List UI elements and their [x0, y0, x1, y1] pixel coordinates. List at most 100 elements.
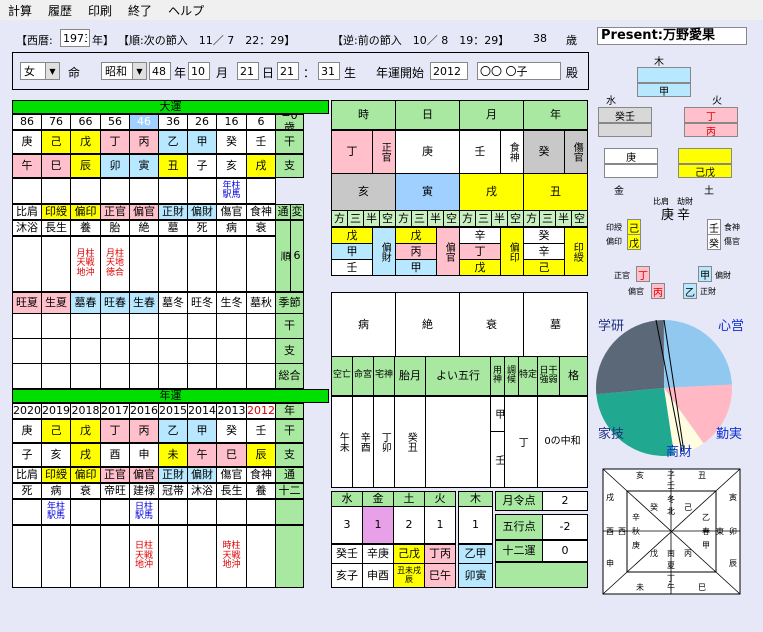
compass-text: 丁 [667, 574, 675, 583]
nenun-year: 2018 [70, 403, 101, 419]
henzai-stem: 甲 [698, 266, 712, 282]
minute-input[interactable] [318, 62, 340, 80]
nenun-star: 比肩 [12, 467, 42, 483]
age-value: 38 [533, 32, 547, 45]
era-value: 昭和 [105, 65, 127, 78]
daiun-branch: 巳 [41, 154, 71, 178]
day-input[interactable] [237, 62, 259, 80]
compass-text: 丙 [684, 549, 692, 558]
month-input[interactable] [188, 62, 210, 80]
nenun-stem: 甲 [187, 419, 217, 443]
nenun-extra: 時柱 天戦 地沖 [216, 525, 247, 588]
daiun-star: 偏官 [129, 204, 159, 220]
nenun-year: 2015 [158, 403, 188, 419]
nenun-stem: 丁 [100, 419, 130, 443]
s-left-label: 金 [614, 186, 624, 197]
nenun-extra [158, 525, 188, 588]
nenun-stem: 丙 [129, 419, 159, 443]
nenun-year: 2013 [216, 403, 247, 419]
nenun-star: 偏印 [70, 467, 101, 483]
blank-cell [100, 363, 130, 389]
pillar-branch: 亥 [331, 173, 396, 211]
pillar-header: 年 [523, 100, 588, 130]
daiun-stem: 己 [41, 130, 71, 154]
compass-text: 戌 [606, 492, 614, 502]
compass-text: 寅 [729, 492, 737, 502]
compass-text: 春 [702, 526, 710, 536]
kuu-cell: 三 [539, 210, 556, 227]
bottom-value: 丁卯 [373, 396, 395, 488]
compass-text: 丑 [698, 471, 706, 480]
daiun-branch: 午 [12, 154, 42, 178]
kuu-cell: 方 [459, 210, 476, 227]
daiun-extra [158, 236, 188, 292]
era-select[interactable]: 昭和 ▼ [101, 62, 147, 80]
name-input[interactable] [477, 62, 561, 80]
bottom-value [425, 396, 491, 488]
nenun-star: 傷官 [216, 467, 247, 483]
nenun-extra [41, 525, 71, 588]
gogyo-header: 土 [393, 491, 425, 507]
daiun-stage: 絶 [129, 220, 159, 236]
nenun-note [275, 499, 304, 525]
sex-select[interactable]: 女 ▼ [20, 62, 60, 80]
nenun-stage: 冠帯 [158, 483, 188, 499]
daiun-stem: 戊 [70, 130, 101, 154]
compass-text: 壬 [667, 480, 675, 490]
compass-text: 巳 [698, 583, 706, 592]
unnen-input[interactable] [430, 62, 468, 80]
nenun-note [100, 499, 130, 525]
pillar-stem: 丁 [331, 130, 373, 174]
menu-calc[interactable]: 計算 [0, 2, 40, 19]
blank-cell [100, 338, 130, 364]
compass-text: 癸 [650, 502, 658, 512]
nenun-star: 偏官 [129, 467, 159, 483]
gogyo-header: 水 [331, 491, 363, 507]
bottom-header: 日干強弱 [537, 356, 560, 396]
blank-cell [216, 363, 247, 389]
compass-text: 南 [667, 548, 675, 558]
bottom-header: 胎月 [394, 356, 426, 396]
pillar-branch: 丑 [523, 173, 588, 211]
bottom-header: 空亡 [331, 356, 353, 396]
present-name: Present:万野愛果 [597, 27, 747, 45]
menu-exit[interactable]: 終了 [120, 2, 160, 19]
sei-label: 生 [344, 66, 357, 80]
nenun-note [158, 499, 188, 525]
nenun-branch: 申 [129, 443, 159, 467]
compass-text: 亥 [636, 470, 644, 480]
nenun-extra [70, 525, 101, 588]
daiun-note [41, 178, 71, 204]
ki-box: 甲 [637, 83, 691, 98]
daiun-age: 6 [246, 114, 276, 130]
daiun-stem: 庚 [12, 130, 42, 154]
nenun-branch: 子 [12, 443, 42, 467]
gogyo-pair: 辛庚 [362, 544, 394, 564]
daiun-note: 年柱 駅馬 [216, 178, 247, 204]
hour-input[interactable] [277, 62, 299, 80]
hi-stem: 庚 [661, 208, 675, 223]
s-right-label: 土 [704, 186, 714, 197]
menu-history[interactable]: 履歴 [40, 2, 80, 19]
compass-text: 午 [667, 582, 675, 592]
menu-help[interactable]: ヘルプ [160, 2, 212, 19]
kuu-cell: 空 [507, 210, 524, 227]
side-label: 干 [275, 313, 304, 339]
nenun-branch: 支 [275, 443, 304, 467]
pillar-stage: 病 [331, 292, 396, 357]
daiun-branch: 卯 [100, 154, 130, 178]
kuu-cell: 半 [491, 210, 508, 227]
blank-cell [70, 338, 101, 364]
blank-cell [12, 363, 42, 389]
bottom-value: 午未 [331, 396, 353, 488]
blank-cell [495, 562, 588, 588]
pillar-star: 正官 [372, 130, 396, 174]
menu-print[interactable]: 印刷 [80, 2, 120, 19]
blank-cell [41, 338, 71, 364]
do-box [678, 148, 732, 164]
kuu-cell: 方 [395, 210, 412, 227]
nenun-stage: 帝旺 [100, 483, 130, 499]
year-input[interactable] [149, 62, 171, 80]
blank-cell [187, 313, 217, 339]
seireki-input[interactable] [60, 29, 90, 47]
